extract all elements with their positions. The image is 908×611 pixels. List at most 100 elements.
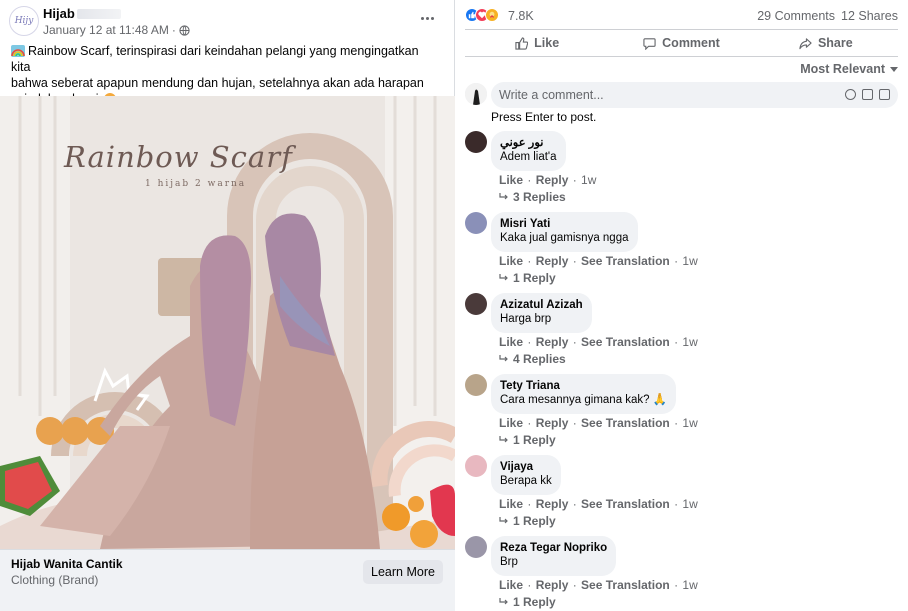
view-replies-link[interactable]: 1 Reply: [499, 433, 556, 447]
emoji-icon[interactable]: [845, 89, 856, 100]
commenter-avatar[interactable]: [465, 293, 487, 315]
comment-reply-link[interactable]: Reply: [536, 497, 569, 511]
post-meta: January 12 at 11:48 AM ·: [43, 23, 190, 37]
share-arrow-icon: [799, 37, 812, 49]
see-translation-link[interactable]: See Translation: [581, 254, 670, 268]
comment-reply-link[interactable]: Reply: [536, 254, 569, 268]
comment-like-link[interactable]: Like: [499, 578, 523, 592]
comment-bubble: Reza Tegar Nopriko Brp: [491, 536, 617, 576]
comment-actions: Like · Reply · See Translation · 1w: [499, 497, 698, 511]
user-avatar: [465, 83, 487, 105]
camera-icon[interactable]: [862, 89, 873, 100]
comment-author[interactable]: Azizatul Azizah: [500, 298, 583, 312]
commenter-avatar[interactable]: [465, 455, 487, 477]
comment-item: Vijaya Berapa kk Like · Reply · See Transl…: [465, 455, 898, 533]
comment-reply-link[interactable]: Reply: [536, 578, 569, 592]
gif-icon[interactable]: [879, 89, 890, 100]
cta-title[interactable]: Hijab Wanita Cantik: [11, 557, 123, 571]
comment-like-link[interactable]: Like: [499, 254, 523, 268]
thumbs-up-icon: [515, 36, 529, 50]
comment-actions: Like · Reply · 1w: [499, 173, 597, 187]
action-bar: Like Comment Share: [465, 29, 898, 57]
globe-icon: [179, 24, 190, 36]
replies-count: 3 Replies: [513, 190, 566, 204]
commenter-avatar[interactable]: [465, 374, 487, 396]
comment-share-counts: 29 Comments 12 Shares: [751, 9, 898, 23]
post-stats: 7.8K 29 Comments 12 Shares: [465, 6, 898, 26]
comment-item: نور عوني Adem liat'a Like · Reply · 1w 3 Re…: [465, 131, 898, 209]
comment-like-link[interactable]: Like: [499, 416, 523, 430]
comment-author[interactable]: Tety Triana: [500, 379, 667, 393]
share-button[interactable]: Share: [754, 30, 898, 56]
comment-author[interactable]: Reza Tegar Nopriko: [500, 541, 607, 555]
post-card: Hijy Hijab January 12 at 11:48 AM · Rain…: [0, 0, 455, 611]
see-translation-link[interactable]: See Translation: [581, 335, 670, 349]
page-avatar[interactable]: Hijy: [9, 6, 39, 36]
post-header: Hijy Hijab January 12 at 11:48 AM ·: [0, 0, 455, 42]
chevron-down-icon: [890, 66, 898, 72]
share-count-link[interactable]: 12 Shares: [841, 9, 898, 23]
engagement-panel: 7.8K 29 Comments 12 Shares Like Comment S…: [456, 0, 908, 611]
comment-bubble: Vijaya Berapa kk: [491, 455, 561, 495]
comment-bubble: Misri Yati Kaka jual gamisnya ngga: [491, 212, 638, 252]
commenter-avatar[interactable]: [465, 212, 487, 234]
like-button[interactable]: Like: [465, 30, 609, 56]
view-replies-link[interactable]: 1 Reply: [499, 595, 556, 609]
reaction-icons[interactable]: [465, 8, 499, 22]
comment-time[interactable]: 1w: [682, 335, 697, 349]
comment-time[interactable]: 1w: [682, 416, 697, 430]
comment-author[interactable]: Misri Yati: [500, 217, 629, 231]
commenter-avatar[interactable]: [465, 131, 487, 153]
more-options-button[interactable]: [415, 8, 439, 28]
comment-item: Tety Triana Cara mesannya gimana kak? 🙏 Li…: [465, 374, 898, 452]
view-replies-link[interactable]: 1 Reply: [499, 514, 556, 528]
replies-count: 1 Reply: [513, 595, 556, 609]
see-translation-link[interactable]: See Translation: [581, 497, 670, 511]
comment-reply-link[interactable]: Reply: [536, 173, 569, 187]
comment-item: Misri Yati Kaka jual gamisnya ngga Like · …: [465, 212, 898, 290]
post-image[interactable]: Rainbow Scarf 1 hijab 2 warna: [0, 96, 455, 549]
comment-author[interactable]: نور عوني: [500, 136, 557, 150]
comment-composer: [465, 82, 898, 108]
see-translation-link[interactable]: See Translation: [581, 578, 670, 592]
view-replies-link[interactable]: 3 Replies: [499, 190, 566, 204]
page-name-link[interactable]: Hijab: [43, 6, 121, 21]
view-replies-link[interactable]: 1 Reply: [499, 271, 556, 285]
comment-text: Brp: [500, 556, 518, 568]
comment-reply-link[interactable]: Reply: [536, 416, 569, 430]
comment-time[interactable]: 1w: [682, 578, 697, 592]
redacted-name: [76, 9, 121, 19]
comment-like-link[interactable]: Like: [499, 497, 523, 511]
reply-arrow-icon: [499, 274, 508, 281]
comment-text: Kaka jual gamisnya ngga: [500, 232, 629, 244]
comment-time[interactable]: 1w: [581, 173, 596, 187]
comment-text: Berapa kk: [500, 475, 552, 487]
see-translation-link[interactable]: See Translation: [581, 416, 670, 430]
comment-like-link[interactable]: Like: [499, 335, 523, 349]
commenter-avatar[interactable]: [465, 536, 487, 558]
reaction-count[interactable]: 7.8K: [508, 9, 534, 23]
view-replies-link[interactable]: 4 Replies: [499, 352, 566, 366]
reply-arrow-icon: [499, 193, 508, 200]
comment-input[interactable]: [491, 82, 898, 108]
comment-text: Adem liat'a: [500, 151, 557, 163]
reply-arrow-icon: [499, 517, 508, 524]
comment-like-link[interactable]: Like: [499, 173, 523, 187]
comment-button[interactable]: Comment: [609, 30, 753, 56]
replies-count: 1 Reply: [513, 514, 556, 528]
comment-sort-dropdown[interactable]: Most Relevant: [800, 62, 898, 76]
comment-actions: Like · Reply · See Translation · 1w: [499, 335, 698, 349]
replies-count: 4 Replies: [513, 352, 566, 366]
replies-count: 1 Reply: [513, 271, 556, 285]
comment-bubble: Azizatul Azizah Harga brp: [491, 293, 592, 333]
comment-time[interactable]: 1w: [682, 254, 697, 268]
comment-time[interactable]: 1w: [682, 497, 697, 511]
comment-actions: Like · Reply · See Translation · 1w: [499, 254, 698, 268]
post-date[interactable]: January 12 at 11:48 AM: [43, 23, 169, 37]
comment-count-link[interactable]: 29 Comments: [757, 9, 835, 23]
learn-more-button[interactable]: Learn More: [363, 560, 443, 584]
comment-author[interactable]: Vijaya: [500, 460, 552, 474]
composer-tools: [845, 89, 890, 100]
comment-reply-link[interactable]: Reply: [536, 335, 569, 349]
cta-bar[interactable]: Hijab Wanita Cantik Clothing (Brand) Lea…: [0, 549, 455, 611]
